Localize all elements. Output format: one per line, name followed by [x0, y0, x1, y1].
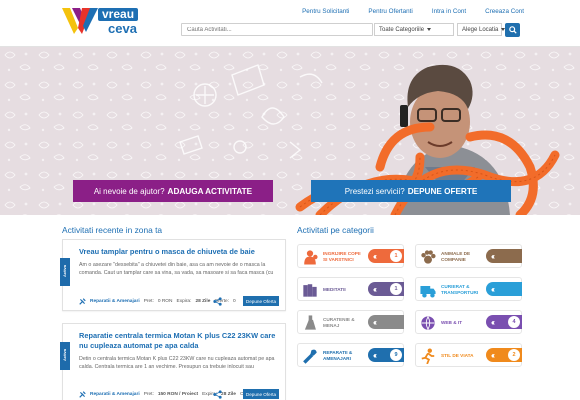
add-activity-label: ADAUGA ACTIVITATE — [167, 186, 253, 196]
nav-link-login[interactable]: Intra in Cont — [432, 8, 466, 15]
category-button[interactable]: REPARATII & AMENAJARI ‹‹‹ 9 — [297, 343, 404, 367]
chevrons-right-icon: ‹‹‹ — [491, 317, 495, 327]
category-count: 4 — [508, 316, 520, 328]
price-value: 150 RON / Proiect — [157, 392, 199, 397]
location-select[interactable]: Alege Locatia — [457, 23, 506, 36]
nav-link-register[interactable]: Creeaza Cont — [485, 8, 524, 15]
category-label: CURIERAT & TRANSPORTURI — [441, 284, 479, 295]
activity-card: Activa Vreau tamplar pentru o masca de c… — [60, 239, 286, 311]
price-label: Pret: — [143, 392, 154, 397]
chevrons-right-icon: ‹‹‹ — [373, 350, 377, 360]
tools-icon — [301, 347, 319, 365]
category-label: WEB & IT — [441, 320, 463, 325]
category-button[interactable]: ANIMALE DE COMPANIE ‹‹‹ — [415, 244, 522, 268]
category-label: INGRIJIRE COPII SI VARSTNICI — [323, 251, 361, 262]
activity-title[interactable]: Reparatie centrala termica Motan K plus … — [79, 331, 279, 351]
category-button[interactable]: WEB & IT ‹‹‹ 4 — [415, 310, 522, 334]
categories-heading: Activitati pe categorii — [297, 225, 374, 235]
category-count: 1 — [390, 250, 402, 262]
category-label: MEDITATII — [323, 287, 346, 292]
category-count-tab: ‹‹‹ 1 — [368, 282, 404, 296]
logo-brand-bottom: ceva — [108, 21, 137, 36]
category-label: STIL DE VIATA — [441, 353, 474, 358]
offers-value: 0 — [233, 299, 236, 304]
page: vreau ceva Pentru Solicitanti Pentru Ofe… — [0, 0, 580, 400]
status-badge-label: Activa — [62, 349, 67, 362]
price-label: Pret: — [143, 299, 154, 304]
activity-description: Am o asezare "dessebita" a chiuvetei din… — [79, 262, 274, 276]
chevrons-right-icon: ‹‹‹ — [373, 284, 377, 294]
submit-offers-question: Prestezi servicii? — [344, 186, 405, 196]
activity-card: Activa Reparatie centrala termica Motan … — [60, 323, 286, 400]
nav-link-ofertanti[interactable]: Pentru Ofertanti — [368, 8, 412, 15]
category-label: CURATENIE & MENAJ — [323, 317, 355, 328]
category-label: ANIMALE DE COMPANIE — [441, 251, 471, 262]
nav-link-solicitanti[interactable]: Pentru Solicitanti — [302, 8, 349, 15]
truck-icon — [419, 281, 437, 299]
activity-description: Detin o centrala termica Motan K plus C2… — [79, 356, 275, 370]
category-count-tab: ‹‹‹ — [486, 249, 522, 263]
category-button[interactable]: INGRIJIRE COPII SI VARSTNICI ‹‹‹ 1 — [297, 244, 404, 268]
category-button[interactable]: CURIERAT & TRANSPORTURI ‹‹‹ — [415, 277, 522, 301]
top-navigation: Pentru Solicitanti Pentru Ofertanti Intr… — [302, 8, 524, 15]
header: vreau ceva Pentru Solicitanti Pentru Ofe… — [0, 0, 580, 47]
recent-activities-heading: Activitati recente in zona ta — [62, 225, 163, 235]
books-icon — [301, 281, 319, 299]
chevrons-right-icon: ‹‹‹ — [373, 251, 377, 261]
chevrons-right-icon: ‹‹‹ — [491, 284, 495, 294]
location-select-value: Alege Locatia — [462, 26, 499, 33]
chevrons-right-icon: ‹‹‹ — [491, 350, 495, 360]
submit-offer-button[interactable]: Depune Oferta — [243, 296, 279, 306]
share-icon[interactable] — [213, 297, 222, 306]
cleaning-icon — [301, 314, 319, 332]
submit-offers-button[interactable]: Prestezi servicii? DEPUNE OFERTE — [311, 180, 511, 202]
expires-value: 28 Zile — [195, 299, 211, 304]
search-input[interactable] — [181, 23, 373, 36]
add-activity-question: Ai nevoie de ajutor? — [93, 186, 165, 196]
tools-icon — [79, 298, 86, 305]
activity-category[interactable]: Reparatii & Amenajari — [90, 299, 140, 304]
category-count-tab: ‹‹‹ 9 — [368, 348, 404, 362]
category-count-tab: ‹‹‹ 4 — [486, 315, 522, 329]
category-count: 1 — [390, 283, 402, 295]
running-icon — [419, 347, 437, 365]
category-label: REPARATII & AMENAJARI — [323, 350, 353, 361]
logo-mark-icon — [62, 8, 98, 34]
submit-offers-label: DEPUNE OFERTE — [407, 186, 478, 196]
category-select[interactable]: Toate Categoriile — [374, 23, 454, 36]
family-icon — [301, 248, 319, 266]
category-count-tab: ‹‹‹ — [368, 315, 404, 329]
category-count-tab: ‹‹‹ 2 — [486, 348, 522, 362]
category-button[interactable]: CURATENIE & MENAJ ‹‹‹ — [297, 310, 404, 334]
status-badge: Activa — [60, 342, 70, 370]
web-icon — [419, 314, 437, 332]
logo[interactable]: vreau ceva — [62, 6, 150, 38]
activity-category[interactable]: Reparatii & Amenajari — [90, 392, 140, 397]
activity-meta: Reparatii & Amenajari Pret: 150 RON / Pro… — [79, 391, 261, 398]
chevrons-right-icon: ‹‹‹ — [373, 317, 377, 327]
category-count-tab: ‹‹‹ — [486, 282, 522, 296]
search-button[interactable] — [505, 23, 520, 37]
paw-icon — [419, 248, 437, 266]
category-select-value: Toate Categoriile — [379, 26, 425, 33]
tools-icon — [79, 391, 86, 398]
submit-offer-button[interactable]: Depune Oferta — [243, 389, 279, 399]
expires-label: Expira: — [176, 299, 192, 304]
activity-title[interactable]: Vreau tamplar pentru o masca de chiuveta… — [79, 247, 279, 257]
category-count: 9 — [390, 349, 402, 361]
logo-brand-top: vreau — [98, 8, 139, 21]
price-value: 0 RON — [157, 299, 173, 304]
search-icon — [508, 26, 517, 34]
category-count-tab: ‹‹‹ 1 — [368, 249, 404, 263]
chevrons-right-icon: ‹‹‹ — [491, 251, 495, 261]
category-button[interactable]: MEDITATII ‹‹‹ 1 — [297, 277, 404, 301]
share-icon[interactable] — [213, 390, 222, 399]
category-count: 2 — [508, 349, 520, 361]
expires-value: 28 Zile — [221, 392, 236, 397]
status-badge: Activa — [60, 258, 70, 286]
category-button[interactable]: STIL DE VIATA ‹‹‹ 2 — [415, 343, 522, 367]
chevron-down-icon — [427, 28, 432, 31]
status-badge-label: Activa — [62, 265, 67, 278]
add-activity-button[interactable]: Ai nevoie de ajutor? ADAUGA ACTIVITATE — [73, 180, 273, 202]
